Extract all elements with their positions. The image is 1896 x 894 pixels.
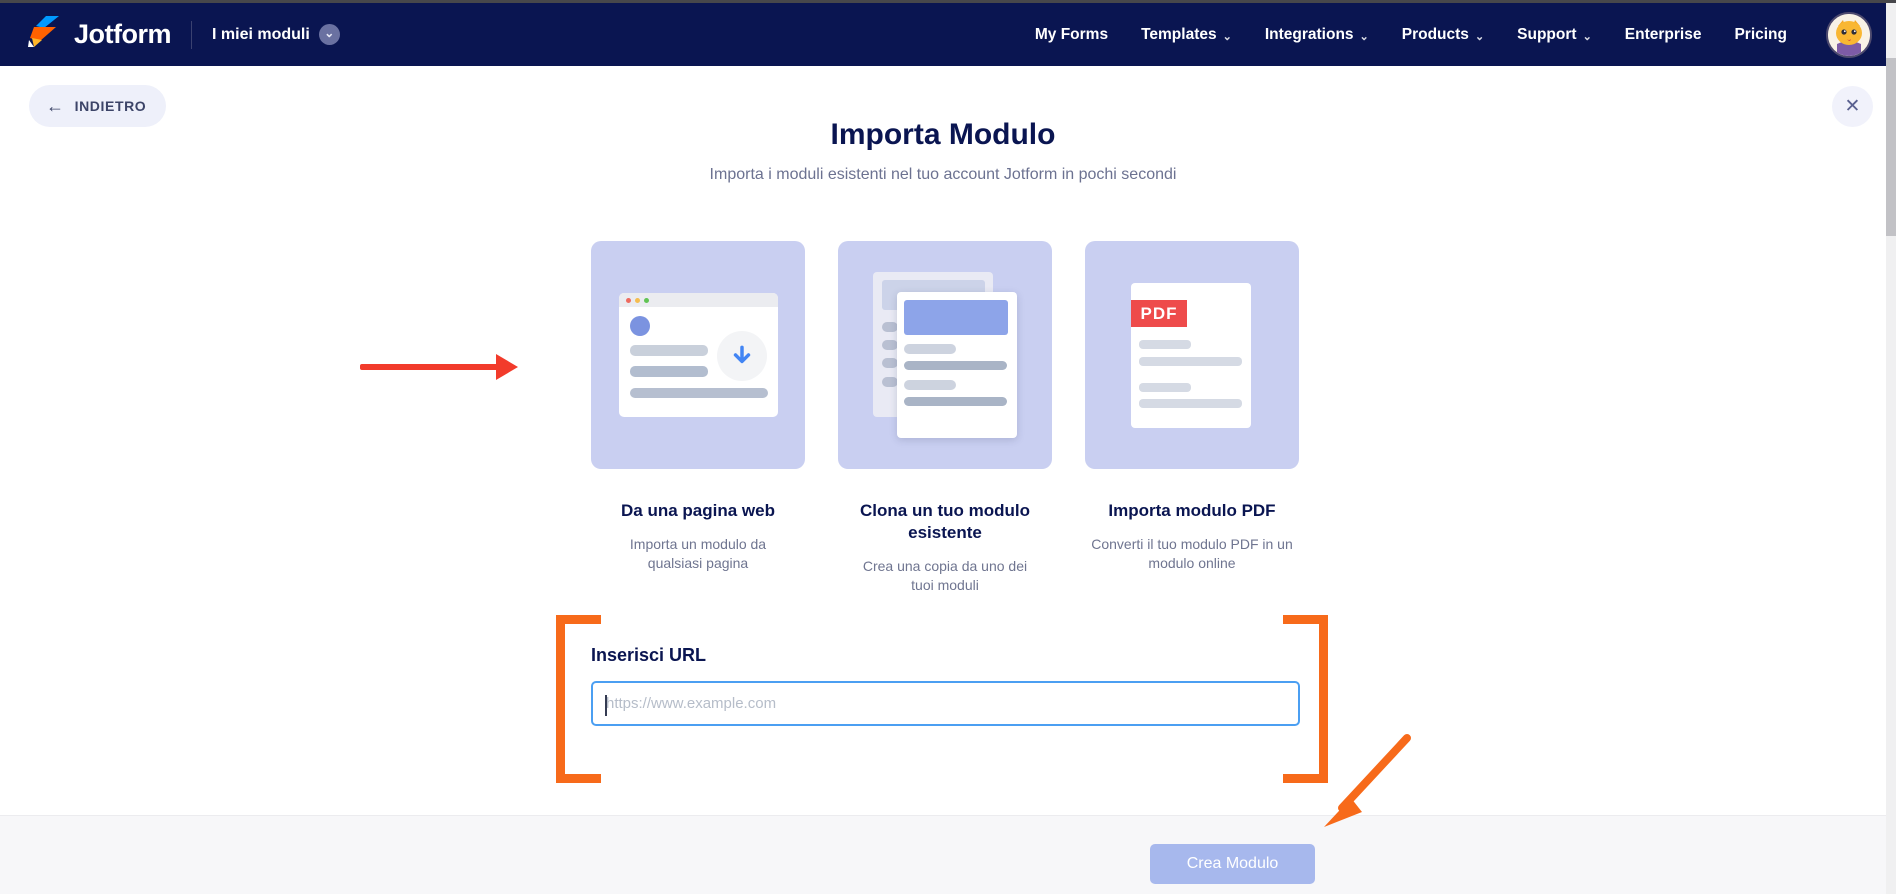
import-options-row: PDF — [591, 241, 1299, 469]
placeholder-header — [904, 300, 1008, 335]
card-label-from-web-page: Da una pagina web Importa un modulo da q… — [591, 500, 805, 595]
jotform-logo-icon — [26, 14, 62, 55]
nav-item-integrations[interactable]: Integrations ⌄ — [1265, 26, 1369, 44]
chevron-down-icon: ⌄ — [1582, 30, 1592, 43]
nav-item-label: Pricing — [1734, 25, 1787, 43]
text-caret — [605, 695, 607, 716]
window-dot-yellow — [635, 297, 640, 303]
card-clone-existing-form[interactable] — [838, 241, 1052, 469]
current-page-label: I miei moduli — [212, 25, 310, 43]
create-form-button[interactable]: Crea Modulo — [1150, 844, 1315, 884]
avatar-placeholder-shape — [630, 316, 650, 336]
placeholder-bar — [904, 344, 956, 354]
nav-item-my-forms[interactable]: My Forms — [1035, 26, 1108, 44]
navbar: Jotform I miei moduli ⌄ My Forms Templat… — [0, 3, 1886, 66]
nav-item-support[interactable]: Support ⌄ — [1517, 26, 1592, 44]
chevron-down-icon: ⌄ — [1222, 30, 1232, 43]
nav-item-templates[interactable]: Templates ⌄ — [1141, 26, 1232, 44]
url-label: Inserisci URL — [591, 645, 707, 665]
placeholder-bar — [882, 322, 898, 332]
close-icon: ✕ — [1844, 96, 1861, 117]
placeholder-bar — [882, 340, 898, 350]
chevron-down-icon: ⌄ — [318, 24, 340, 45]
browser-mockup-illustration — [619, 293, 778, 417]
nav-menu: My Forms Templates ⌄ Integrations ⌄ Prod… — [1035, 11, 1872, 58]
avatar[interactable] — [1826, 11, 1872, 58]
url-input[interactable] — [591, 681, 1300, 726]
card-label-import-pdf: Importa modulo PDF Converti il tuo modul… — [1085, 500, 1299, 595]
pdf-badge: PDF — [1131, 300, 1187, 327]
nav-item-products[interactable]: Products ⌄ — [1402, 26, 1484, 44]
back-arrow-icon: ← — [46, 95, 65, 116]
placeholder-bar — [882, 377, 898, 387]
annotation-bracket-left — [556, 615, 565, 783]
window-dot-red — [626, 297, 631, 303]
download-icon — [717, 331, 767, 381]
red-arrow-head — [496, 354, 518, 380]
page-title: Importa Modulo — [830, 118, 1056, 151]
text-placeholder-bar — [630, 388, 768, 398]
card-label-clone-existing: Clona un tuo modulo esistente Crea una c… — [838, 500, 1052, 595]
placeholder-bar — [904, 361, 1007, 370]
card-description: Crea una copia da uno dei tuoi moduli — [862, 558, 1028, 593]
card-description: Importa un modulo da qualsiasi pagina — [629, 536, 767, 571]
placeholder-bar — [882, 358, 898, 368]
brand[interactable]: Jotform — [26, 14, 172, 55]
card-title: Clona un tuo modulo esistente — [860, 501, 1030, 542]
placeholder-bar — [904, 380, 956, 390]
text-placeholder-bar — [630, 345, 708, 356]
annotation-bracket-left — [556, 774, 601, 783]
document-front-illustration — [897, 292, 1017, 438]
red-arrow-shaft — [360, 364, 498, 370]
chevron-down-icon: ⌄ — [1474, 30, 1485, 43]
scrollbar-thumb[interactable] — [1886, 58, 1896, 236]
text-placeholder-bar — [630, 366, 708, 377]
window-top-edge — [0, 0, 1896, 3]
footer-bar: Crea Modulo — [0, 815, 1886, 894]
nav-item-label: Products — [1401, 25, 1469, 43]
annotation-bracket-left — [556, 615, 601, 624]
card-import-pdf[interactable]: PDF — [1085, 241, 1299, 469]
page-subtitle: Importa i moduli esistenti nel tuo accou… — [709, 166, 1177, 183]
nav-item-label: Integrations — [1264, 25, 1354, 43]
placeholder-bar — [1139, 357, 1242, 366]
placeholder-bar — [1139, 399, 1242, 408]
placeholder-bar — [1139, 383, 1191, 392]
nav-item-label: Support — [1517, 25, 1577, 43]
pdf-document-illustration: PDF — [1131, 283, 1251, 428]
card-title: Da una pagina web — [621, 501, 775, 520]
scrollbar[interactable] — [1886, 3, 1896, 894]
placeholder-bar — [1139, 340, 1191, 349]
nav-divider — [191, 20, 192, 49]
annotation-red-arrow — [360, 352, 520, 382]
nav-item-enterprise[interactable]: Enterprise — [1625, 26, 1702, 44]
annotation-bracket-right — [1283, 615, 1328, 624]
import-options-labels: Da una pagina web Importa un modulo da q… — [591, 500, 1299, 595]
annotation-orange-arrow — [1310, 728, 1420, 841]
back-button-label: INDIETRO — [74, 98, 147, 114]
brand-name: Jotform — [74, 19, 172, 49]
placeholder-bar — [904, 397, 1007, 406]
card-title: Importa modulo PDF — [1108, 501, 1276, 520]
url-section: Inserisci URL — [591, 645, 1300, 726]
card-description: Converti il tuo modulo PDF in un modulo … — [1091, 536, 1293, 571]
chevron-down-icon: ⌄ — [1359, 30, 1369, 43]
nav-item-pricing[interactable]: Pricing — [1734, 26, 1787, 44]
nav-item-label: My Forms — [1034, 25, 1109, 43]
current-page-dropdown[interactable]: I miei moduli ⌄ — [212, 24, 340, 45]
window-dot-green — [644, 297, 649, 303]
card-from-web-page[interactable] — [591, 241, 805, 469]
nav-item-label: Templates — [1141, 25, 1217, 43]
nav-item-label: Enterprise — [1624, 25, 1702, 43]
browser-titlebar — [619, 293, 778, 307]
